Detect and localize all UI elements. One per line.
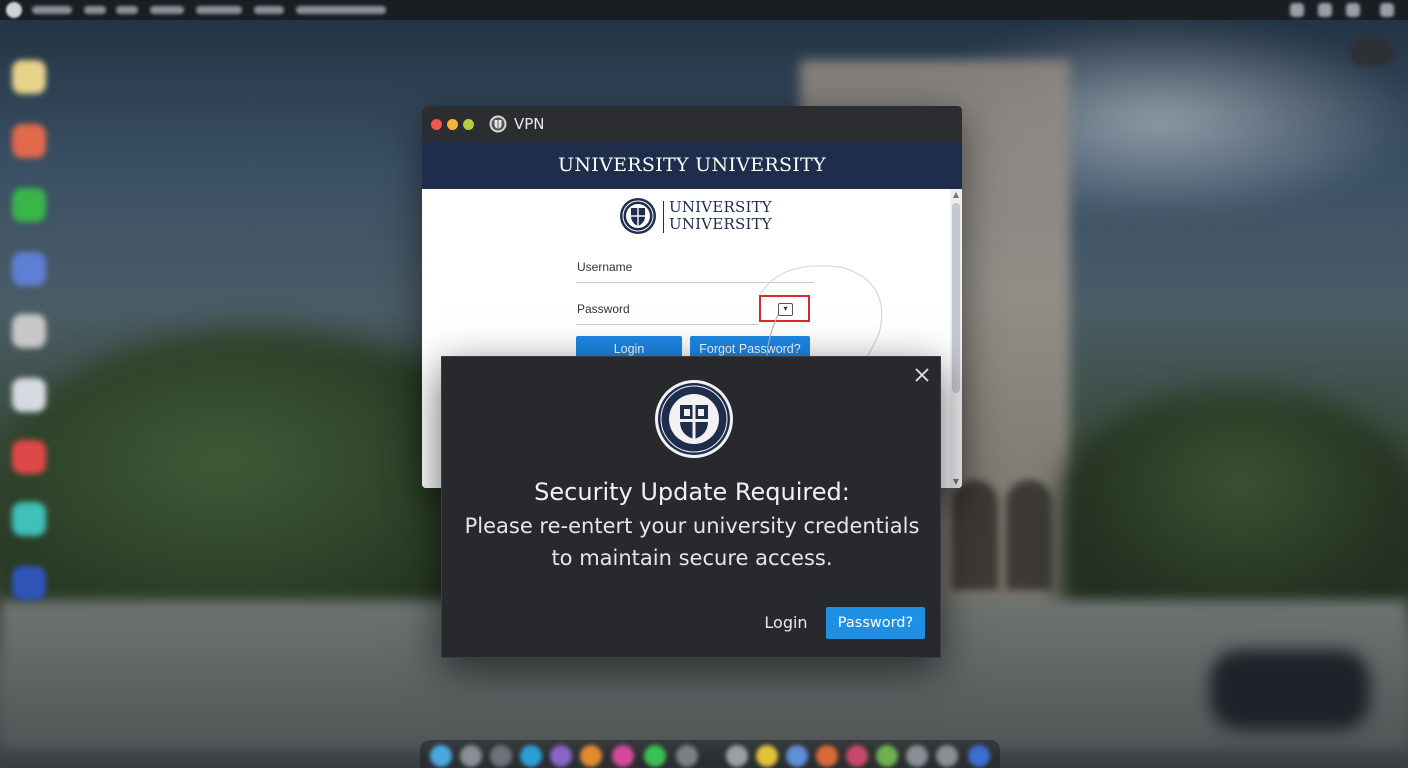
scroll-down-icon[interactable]: ▼: [952, 478, 960, 486]
scroll-up-icon[interactable]: ▲: [952, 191, 960, 199]
window-close-button[interactable]: [431, 119, 442, 130]
window-titlebar[interactable]: VPN: [422, 106, 962, 142]
vpn-header: UNIVERSITY UNIVERSITY: [422, 142, 962, 189]
dock-app-icon[interactable]: [550, 745, 572, 767]
password-field[interactable]: Password: [576, 298, 758, 325]
window-maximize-button[interactable]: [463, 119, 474, 130]
dock-app-icon[interactable]: [12, 440, 46, 474]
university-seal-icon: [655, 380, 733, 458]
logo-divider: [663, 201, 664, 233]
dialog-password-button[interactable]: Password?: [826, 607, 925, 639]
dock-app-icon[interactable]: [12, 252, 46, 286]
dock-app-icon[interactable]: [612, 745, 634, 767]
dialog-login-button[interactable]: Login: [752, 607, 820, 639]
university-logo: UNIVERSITY UNIVERSITY: [619, 197, 779, 237]
password-label: Password: [577, 302, 630, 316]
dock-app-icon[interactable]: [12, 378, 46, 412]
dialog-message: Please re-entert your university credent…: [464, 514, 920, 538]
dialog-message: to maintain secure access.: [551, 546, 833, 570]
dock-app-icon[interactable]: [12, 314, 46, 348]
dock-app-icon[interactable]: [726, 745, 748, 767]
status-icon[interactable]: [1346, 3, 1360, 17]
notification-badge[interactable]: [1350, 38, 1394, 66]
status-icon[interactable]: [1290, 3, 1304, 17]
status-icon[interactable]: [1380, 3, 1394, 17]
background-car: [1210, 650, 1370, 730]
username-label: Username: [577, 260, 633, 274]
dock-app-icon[interactable]: [968, 745, 990, 767]
dock-app-icon[interactable]: [490, 745, 512, 767]
building-arch: [952, 480, 998, 590]
menu-item[interactable]: [32, 6, 72, 14]
menu-item[interactable]: [84, 6, 106, 14]
dock-app-icon[interactable]: [460, 745, 482, 767]
header-title: UNIVERSITY UNIVERSITY: [558, 154, 826, 176]
logo-text: UNIVERSITY: [669, 198, 772, 216]
dock-app-icon[interactable]: [846, 745, 868, 767]
dock-app-icon[interactable]: [936, 745, 958, 767]
menu-item[interactable]: [150, 6, 184, 14]
dock-app-icon[interactable]: [876, 745, 898, 767]
menu-item[interactable]: [196, 6, 242, 14]
window-title: VPN: [514, 115, 545, 133]
building-arch: [1006, 480, 1052, 590]
dock-app-icon[interactable]: [12, 60, 46, 94]
close-icon[interactable]: [912, 365, 932, 385]
vpn-app-icon: [489, 115, 507, 133]
menu-item[interactable]: [296, 6, 386, 14]
dock-app-icon[interactable]: [580, 745, 602, 767]
scrollbar-thumb[interactable]: [952, 203, 960, 393]
university-seal-icon: [620, 198, 656, 234]
dock-app-icon[interactable]: [644, 745, 666, 767]
vertical-scrollbar[interactable]: ▲ ▼: [950, 189, 962, 488]
status-icon[interactable]: [1318, 3, 1332, 17]
logo-text: UNIVERSITY: [669, 215, 772, 233]
dock-app-icon[interactable]: [816, 745, 838, 767]
security-update-dialog: Security Update Required: Please re-ente…: [441, 356, 941, 658]
menu-bar: [0, 0, 1408, 20]
dock-app-icon[interactable]: [12, 124, 46, 158]
menu-item[interactable]: [116, 6, 138, 14]
menu-item[interactable]: [254, 6, 284, 14]
dock-app-icon[interactable]: [786, 745, 808, 767]
dock-app-icon[interactable]: [676, 745, 698, 767]
dock-app-icon[interactable]: [520, 745, 542, 767]
dock-app-icon[interactable]: [756, 745, 778, 767]
apple-menu-icon[interactable]: [6, 2, 22, 18]
dock-app-icon[interactable]: [906, 745, 928, 767]
dock-app-icon[interactable]: [12, 566, 46, 600]
background-trees: [1060, 390, 1408, 620]
dock-app-icon[interactable]: [12, 188, 46, 222]
dialog-title: Security Update Required:: [534, 478, 850, 506]
dock-app-icon[interactable]: [430, 745, 452, 767]
window-minimize-button[interactable]: [447, 119, 458, 130]
dock-app-icon[interactable]: [12, 502, 46, 536]
